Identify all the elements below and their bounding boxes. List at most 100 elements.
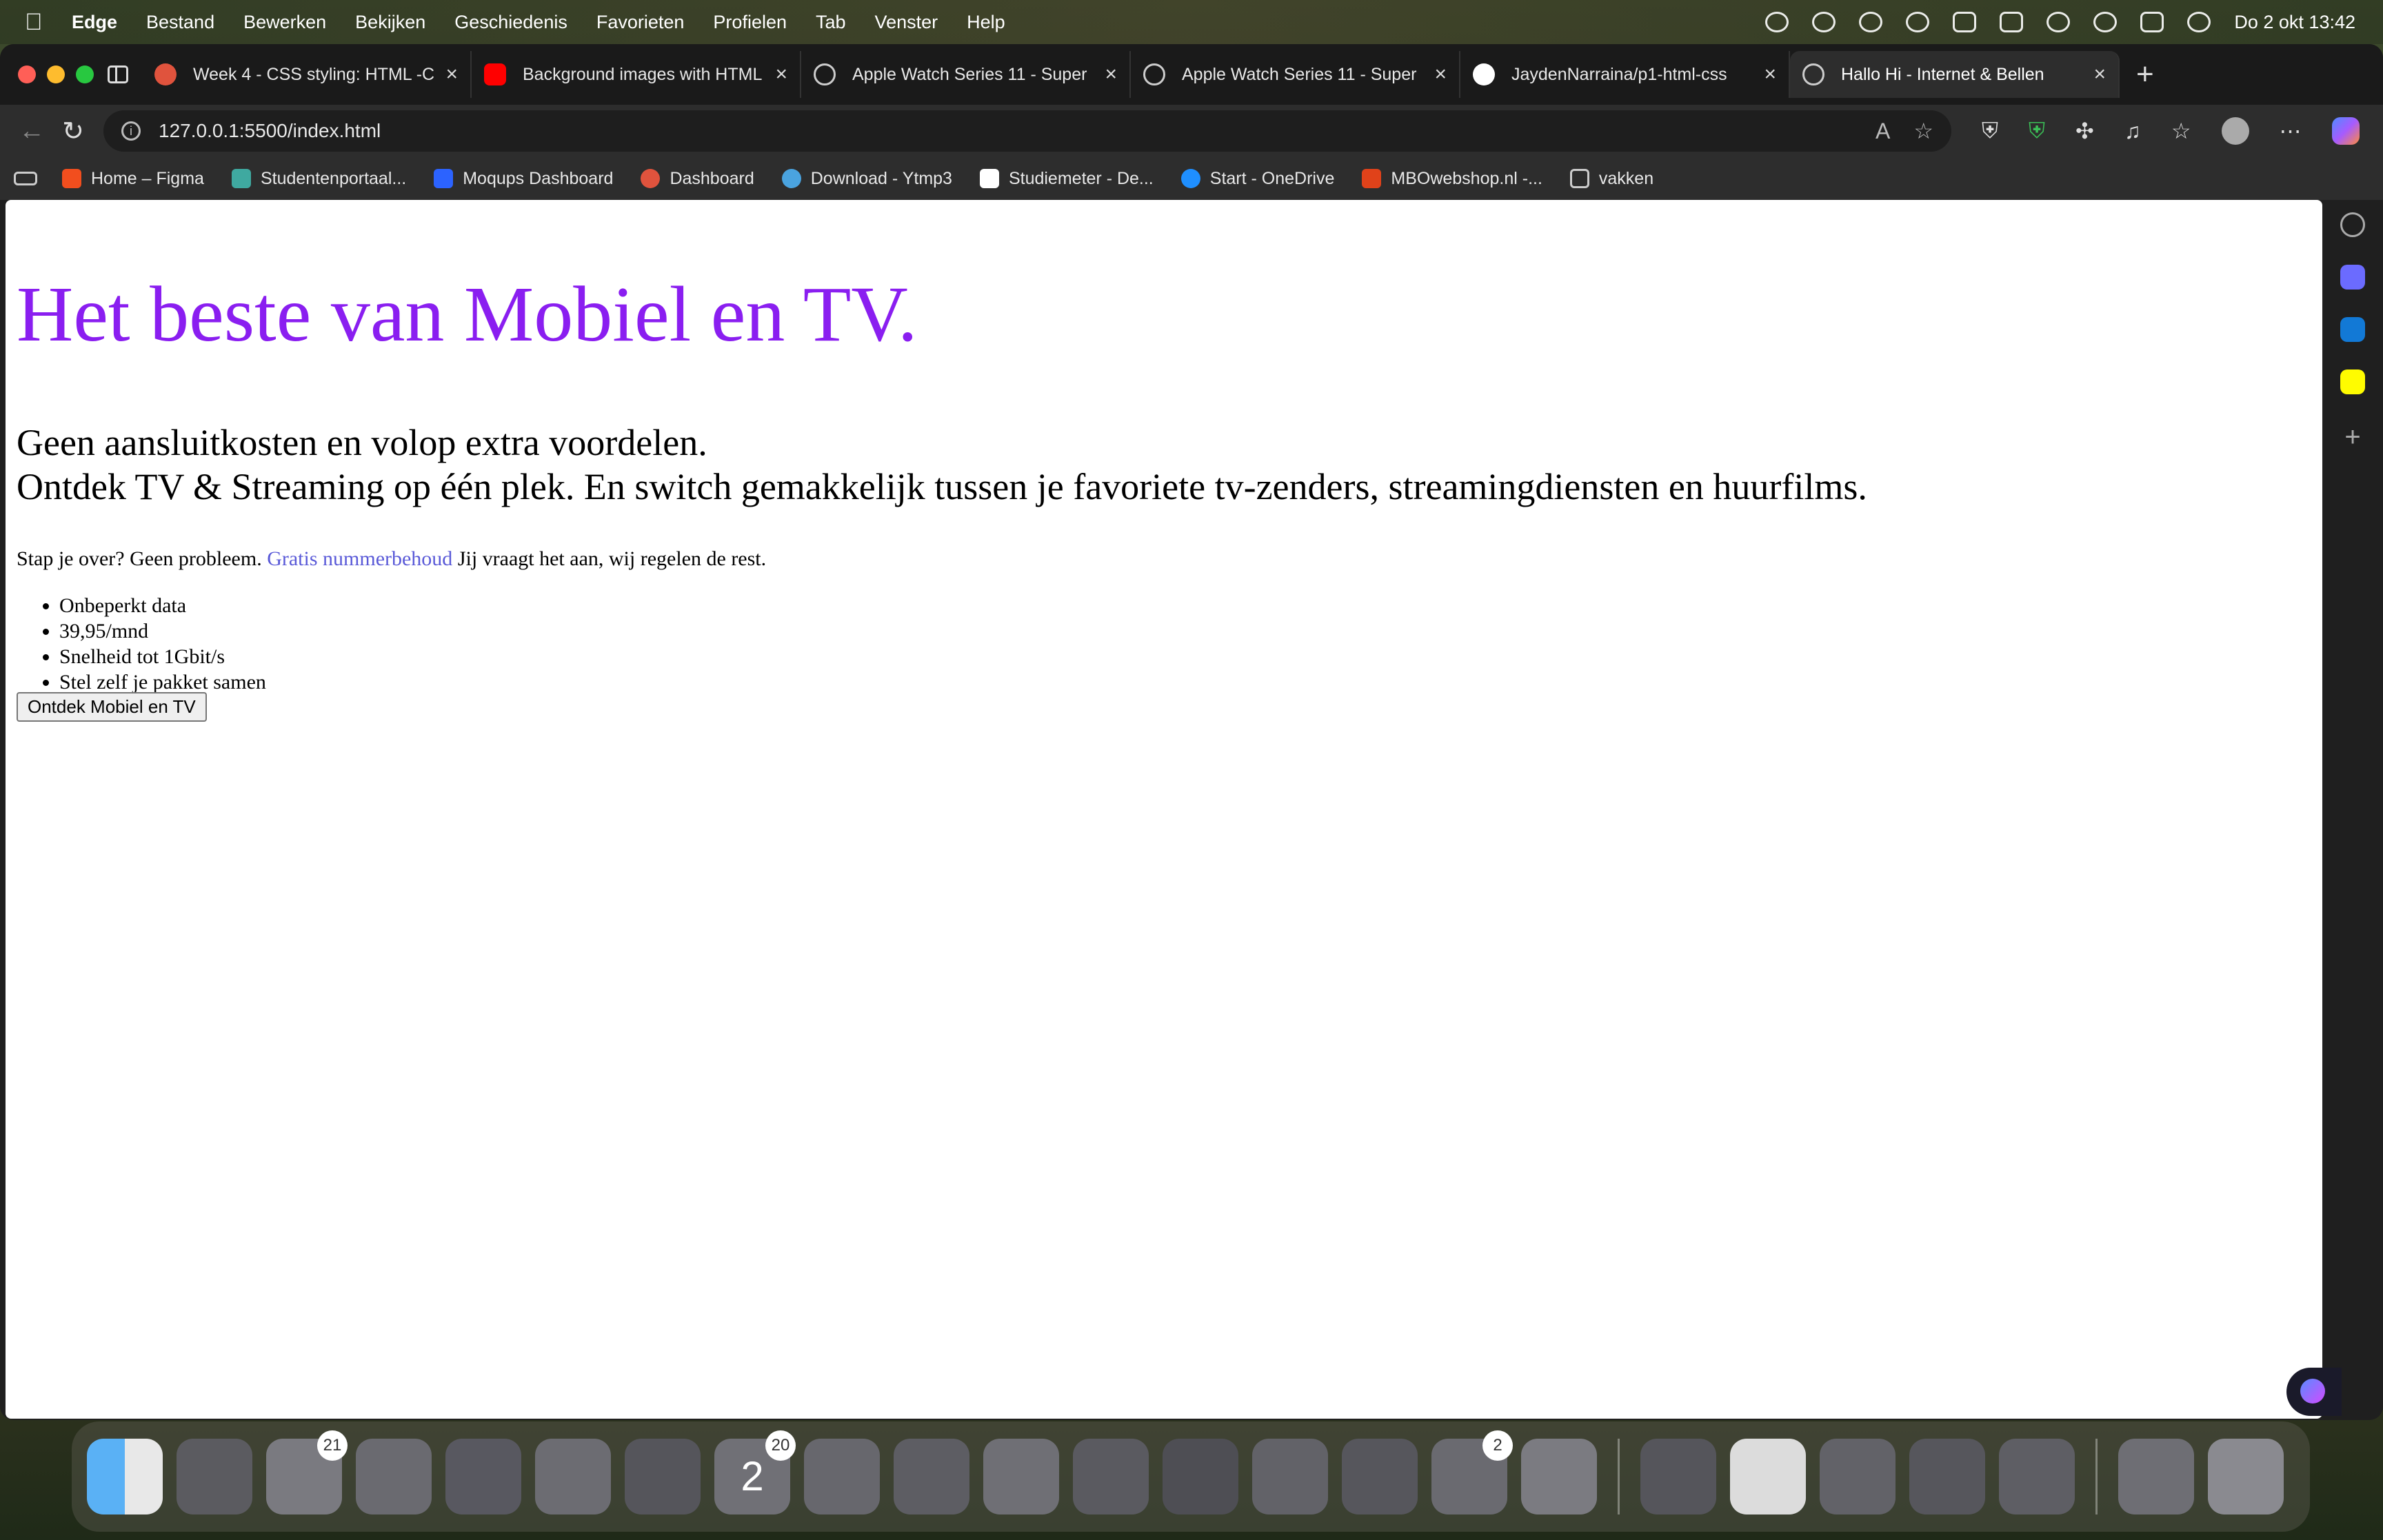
copilot-status-icon[interactable]: [1765, 12, 1789, 32]
maps-icon[interactable]: [445, 1439, 521, 1514]
bookmark-figma[interactable]: Home – Figma: [62, 169, 204, 189]
screen-icon[interactable]: [1953, 12, 1977, 32]
menu-venster[interactable]: Venster: [875, 12, 938, 33]
menu-help[interactable]: Help: [967, 12, 1005, 33]
chatgpt-icon[interactable]: [1859, 12, 1883, 32]
tab-hallo-hi-active[interactable]: Hallo Hi - Internet & Bellen ×: [1790, 51, 2120, 98]
contacts-icon[interactable]: [804, 1439, 880, 1514]
freeform-icon[interactable]: [1073, 1439, 1149, 1514]
menu-bekijken[interactable]: Bekijken: [355, 12, 425, 33]
copilot-app-icon[interactable]: [1730, 1439, 1806, 1514]
messages-icon[interactable]: 21: [266, 1430, 348, 1514]
copilot-icon[interactable]: [2331, 117, 2360, 145]
notes-icon[interactable]: [983, 1439, 1059, 1514]
sidebar-copilot-icon[interactable]: [2340, 265, 2365, 290]
adblock-shield-icon[interactable]: ⛨: [2029, 118, 2045, 144]
tab-github-repo[interactable]: JaydenNarraina/p1-html-css ×: [1460, 51, 1790, 98]
tab-week4-css[interactable]: Week 4 - CSS styling: HTML -C ×: [142, 51, 472, 98]
roblox-icon[interactable]: [1521, 1439, 1597, 1514]
tab-background-images[interactable]: Background images with HTML ×: [472, 51, 801, 98]
bookmark-dashboard[interactable]: Dashboard: [641, 169, 754, 189]
site-info-icon[interactable]: i: [121, 121, 141, 141]
maximize-window-button[interactable]: [76, 65, 94, 83]
close-window-button[interactable]: [18, 65, 36, 83]
url-text[interactable]: 127.0.0.1:5500/index.html: [159, 120, 1852, 142]
read-aloud-icon[interactable]: A: [1876, 119, 1890, 144]
battery-icon[interactable]: [2000, 12, 2024, 32]
more-menu-icon[interactable]: ⋯: [2280, 118, 2302, 144]
menu-tab[interactable]: Tab: [816, 12, 846, 33]
menu-geschiedenis[interactable]: Geschiedenis: [454, 12, 567, 33]
sidebar-search-icon[interactable]: [2340, 212, 2365, 237]
tableplus-icon[interactable]: [1999, 1439, 2075, 1514]
extensions-puzzle-icon[interactable]: ✣: [2075, 118, 2094, 144]
bookmark-label: Moqups Dashboard: [463, 168, 614, 188]
siri-icon[interactable]: [2187, 12, 2211, 32]
menu-bestand[interactable]: Bestand: [146, 12, 214, 33]
app-store-icon[interactable]: [1342, 1439, 1418, 1514]
nummerbehoud-link[interactable]: Gratis nummerbehoud: [267, 547, 452, 570]
tab-close-icon[interactable]: ×: [1105, 63, 1117, 86]
bookmark-studentenportaal[interactable]: Studentenportaal...: [231, 169, 406, 189]
control-center-icon[interactable]: [2140, 12, 2164, 32]
menu-bewerken[interactable]: Bewerken: [243, 12, 326, 33]
spotlight-search-icon[interactable]: [2093, 12, 2118, 32]
intro-text-before: Stap je over? Geen probleem.: [17, 547, 262, 570]
figma-icon: [62, 169, 81, 188]
apple-menu-icon[interactable]: : [25, 9, 52, 36]
tab-close-icon[interactable]: ×: [1434, 63, 1447, 86]
back-arrow-icon[interactable]: ←: [11, 116, 52, 146]
tracking-shield-icon[interactable]: ⛨: [1982, 118, 1998, 144]
music-icon[interactable]: [1252, 1439, 1328, 1514]
snapchat-icon[interactable]: [2340, 369, 2365, 394]
reload-icon[interactable]: ↻: [52, 116, 94, 147]
menu-app-name[interactable]: Edge: [72, 12, 117, 33]
minimize-window-button[interactable]: [47, 65, 65, 83]
facetime-icon[interactable]: [625, 1439, 701, 1514]
tab-close-icon[interactable]: ×: [2093, 63, 2106, 86]
wifi-icon[interactable]: [2047, 12, 2071, 32]
new-tab-plus-icon[interactable]: +: [2136, 57, 2154, 92]
outlook-icon[interactable]: [2340, 317, 2365, 342]
menu-profielen[interactable]: Profielen: [713, 12, 787, 33]
globe-icon: [1802, 63, 1824, 85]
profile-avatar-icon[interactable]: [2221, 117, 2249, 145]
bookmarks-collections-icon[interactable]: [14, 172, 37, 185]
edge-icon[interactable]: [1820, 1439, 1896, 1514]
favorites-icon[interactable]: ☆: [2171, 118, 2191, 144]
tab-close-icon[interactable]: ×: [775, 63, 787, 86]
bookmark-onedrive[interactable]: Start - OneDrive: [1180, 169, 1334, 189]
address-bar[interactable]: i 127.0.0.1:5500/index.html A ☆: [103, 110, 1951, 152]
bookmark-ytmp3[interactable]: Download - Ytmp3: [781, 169, 952, 189]
ontdek-mobiel-tv-button[interactable]: Ontdek Mobiel en TV: [17, 692, 207, 722]
downloads-folder-icon[interactable]: [2118, 1439, 2194, 1514]
media-control-icon[interactable]: ♫: [2124, 119, 2141, 144]
sidebar-add-icon[interactable]: +: [2344, 422, 2360, 453]
tab-close-icon[interactable]: ×: [445, 63, 458, 86]
trash-icon[interactable]: [2208, 1439, 2284, 1514]
bookmark-studiemeter[interactable]: Studiemeter - De...: [979, 169, 1154, 189]
vscode-icon[interactable]: [1640, 1439, 1716, 1514]
reminders-icon[interactable]: [894, 1439, 969, 1514]
github-desktop-icon[interactable]: [1909, 1439, 1985, 1514]
menubar-clock[interactable]: Do 2 okt 13:42: [2234, 12, 2355, 33]
play-icon[interactable]: [1906, 12, 1930, 32]
menu-favorieten[interactable]: Favorieten: [596, 12, 685, 33]
system-settings-icon[interactable]: 2: [1431, 1430, 1513, 1514]
bookmark-moqups[interactable]: Moqups Dashboard: [434, 169, 613, 189]
tab-apple-watch-2[interactable]: Apple Watch Series 11 - Super ×: [1131, 51, 1460, 98]
favorite-star-icon[interactable]: ☆: [1913, 118, 1933, 144]
apple-tv-icon[interactable]: [1163, 1439, 1238, 1514]
photos-icon[interactable]: [535, 1439, 611, 1514]
mail-icon[interactable]: [356, 1439, 432, 1514]
tab-close-icon[interactable]: ×: [1764, 63, 1776, 86]
launchpad-icon[interactable]: [177, 1439, 252, 1514]
bookmark-vakken-folder[interactable]: vakken: [1569, 169, 1653, 189]
floating-assistant-button[interactable]: [2286, 1368, 2342, 1416]
bookmark-mbowebshop[interactable]: MBOwebshop.nl -...: [1362, 169, 1542, 189]
sidebar-toggle-icon[interactable]: [108, 65, 128, 83]
calendar-icon[interactable]: 2 20: [714, 1430, 796, 1514]
tab-apple-watch-1[interactable]: Apple Watch Series 11 - Super ×: [801, 51, 1131, 98]
icloud-icon[interactable]: [1812, 12, 1836, 32]
finder-icon[interactable]: [87, 1439, 163, 1514]
